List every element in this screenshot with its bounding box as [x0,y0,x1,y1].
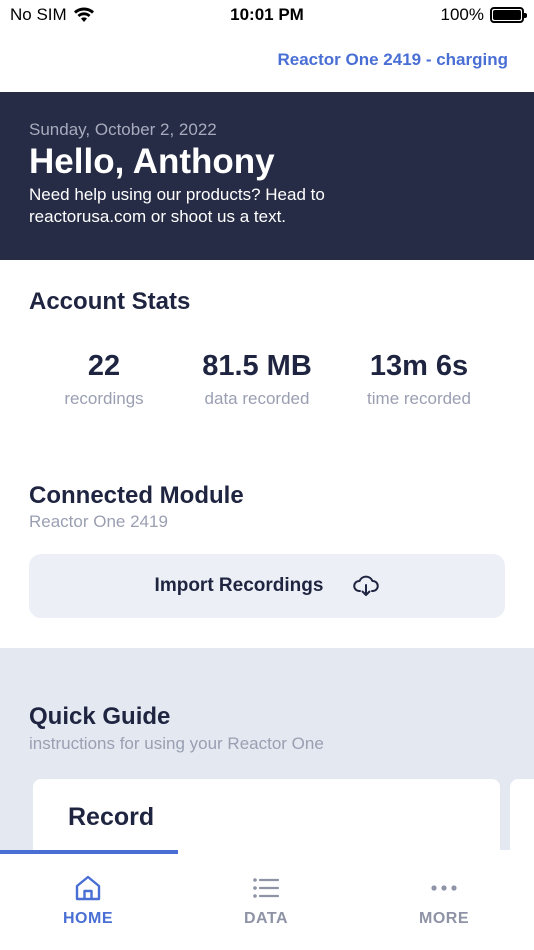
battery-fill [493,10,521,20]
stat-label: time recorded [367,389,471,408]
account-stats-title: Account Stats [29,288,191,315]
cloud-download-icon [353,575,380,596]
tab-more[interactable]: MORE [384,872,504,928]
tab-bar: HOME DATA MORE [0,854,534,950]
stat-data-recorded: 81.5 MB data recorded [187,350,327,409]
import-recordings-label: Import Recordings [154,575,324,596]
stat-label: data recorded [204,389,310,408]
list-icon [253,878,280,898]
stat-time-recorded: 13m 6s time recorded [349,350,489,409]
device-status-link[interactable]: Reactor One 2419 - charging [277,50,508,70]
guide-card-title: Record [68,803,155,831]
battery-icon [490,7,527,23]
more-icon [431,885,457,891]
quick-guide-subtitle: instructions for using your Reactor One [29,734,324,753]
status-bar: No SIM 10:01 PM 100% [0,0,534,30]
tab-home[interactable]: HOME [28,872,148,928]
help-text: Need help using our products? Head to re… [29,185,325,226]
tab-label: DATA [243,910,289,927]
tab-label: MORE [419,910,469,927]
quick-guide-title: Quick Guide [29,703,171,730]
guide-card[interactable]: Record [33,779,500,852]
account-stats: 22 recordings 81.5 MB data recorded 13m … [29,350,505,420]
greeting-title: Hello, Anthony [29,142,275,181]
home-icon [75,875,101,901]
stat-recordings: 22 recordings [49,350,159,409]
guide-card-next[interactable] [510,779,534,852]
stat-value: 22 [87,350,121,382]
tab-data[interactable]: DATA [206,872,326,928]
stat-label: recordings [64,389,144,408]
connected-module-title: Connected Module [29,482,244,509]
import-recordings-button[interactable]: Import Recordings [29,554,505,618]
stat-value: 13m 6s [369,350,469,382]
stat-value: 81.5 MB [202,350,312,382]
module-name: Reactor One 2419 [29,512,168,531]
hero-banner: Sunday, October 2, 2022 Hello, Anthony N… [0,92,534,260]
status-right: 100% [440,5,527,25]
hero-date: Sunday, October 2, 2022 [29,120,217,139]
battery-percent: 100% [440,5,484,24]
tab-label: HOME [63,910,113,927]
